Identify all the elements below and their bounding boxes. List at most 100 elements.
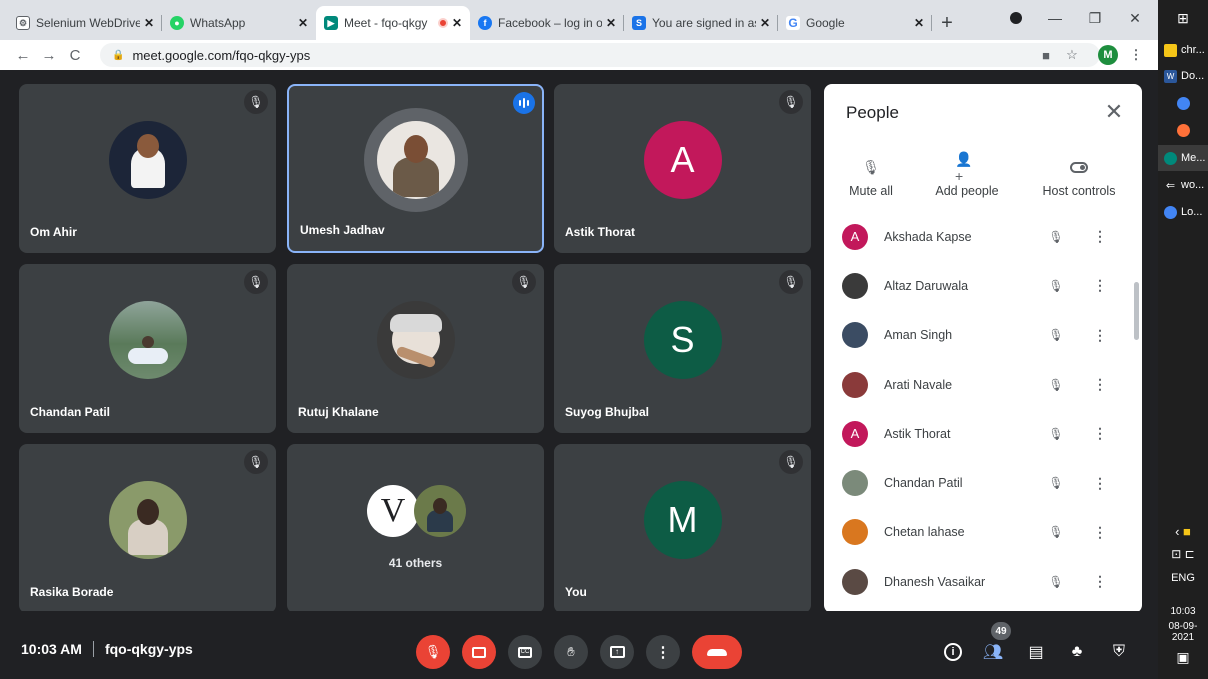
more-options-icon[interactable]: ⋮: [1090, 375, 1110, 395]
close-icon[interactable]: ✕: [144, 16, 154, 30]
clock-date[interactable]: 08-09-2021: [1158, 621, 1208, 643]
close-icon[interactable]: ✕: [1102, 99, 1126, 124]
windows-start-icon[interactable]: ⊞: [1158, 10, 1208, 27]
avatar: [842, 371, 868, 398]
close-icon[interactable]: ✕: [452, 16, 462, 30]
minimize-button[interactable]: —: [1040, 8, 1070, 28]
meeting-info-icon[interactable]: i: [938, 637, 968, 667]
restore-button[interactable]: ❐: [1080, 8, 1110, 28]
list-item[interactable]: Chandan Patil 🎙︎ ⋮: [824, 458, 1142, 507]
tray-chevron-icon[interactable]: ‹ ■: [1158, 524, 1208, 539]
camera-blocked-icon[interactable]: ■: [1036, 46, 1056, 64]
tab-google[interactable]: G Google ✕: [778, 6, 932, 40]
clock-time[interactable]: 10:03: [1158, 606, 1208, 617]
profile-avatar[interactable]: M: [1098, 45, 1118, 65]
participant-tile[interactable]: S 🎙︎ Suyog Bhujbal: [554, 264, 811, 433]
participant-name: Chetan lahase: [884, 525, 965, 540]
tab-search-icon[interactable]: [1001, 8, 1031, 28]
panel-title: People: [846, 103, 899, 122]
present-button[interactable]: ↑: [600, 635, 634, 669]
more-options-icon[interactable]: ⋮: [1090, 473, 1110, 493]
close-icon[interactable]: ✕: [914, 16, 924, 30]
more-options-icon[interactable]: ⋮: [1090, 227, 1110, 247]
more-options-icon[interactable]: ⋮: [1090, 424, 1110, 444]
person-face: [136, 499, 159, 526]
mic-off-icon: 🎙︎: [244, 450, 268, 474]
list-item[interactable]: A Astik Thorat 🎙︎ ⋮: [824, 409, 1142, 458]
chat-icon[interactable]: ▤: [1021, 637, 1051, 667]
list-item[interactable]: Aman Singh 🎙︎ ⋮: [824, 311, 1142, 360]
camera-toggle-button[interactable]: [462, 635, 496, 669]
back-button[interactable]: ←: [10, 42, 36, 68]
others-tile[interactable]: V 41 others: [287, 444, 544, 613]
avatar: S: [643, 301, 722, 380]
close-icon[interactable]: ✕: [760, 16, 770, 30]
add-people-button[interactable]: 👤+ Add people: [932, 151, 1002, 199]
taskbar-item[interactable]: [1158, 90, 1208, 116]
close-icon[interactable]: ✕: [606, 16, 616, 30]
participant-tile[interactable]: 🎙︎ Rasika Borade: [19, 444, 276, 613]
network-icon[interactable]: ⊡ ⊏: [1158, 547, 1208, 561]
participant-name: Rutuj Khalane: [298, 405, 379, 419]
tab-selenium[interactable]: ⚙ Selenium WebDriver ✕: [8, 6, 162, 40]
list-item[interactable]: Dhanesh Vasaikar 🎙︎ ⋮: [824, 557, 1142, 606]
notification-icon[interactable]: ▣: [1158, 649, 1208, 666]
url-input[interactable]: 🔒 meet.google.com/fqo-qkgy-yps: [100, 43, 1100, 67]
raise-hand-button[interactable]: ✋︎: [554, 635, 588, 669]
tab-whatsapp[interactable]: ● WhatsApp ✕: [162, 6, 316, 40]
menu-dots-icon[interactable]: ⋮: [1128, 46, 1144, 64]
present-icon: ↑: [609, 646, 625, 658]
participant-tile[interactable]: A 🎙︎ Astik Thorat: [554, 84, 811, 253]
forward-button[interactable]: →: [36, 42, 62, 68]
participant-name: Rasika Borade: [30, 585, 114, 599]
avatar: [108, 121, 187, 200]
host-controls-icon[interactable]: ⛨: [1104, 637, 1134, 667]
mic-toggle-button[interactable]: 🎙︎: [416, 635, 450, 669]
tab-signed-in[interactable]: S You are signed in as ✕: [624, 6, 778, 40]
captions-button[interactable]: CC: [508, 635, 542, 669]
people-icon[interactable]: 👥︎: [978, 637, 1008, 667]
taskbar-item[interactable]: ⇐ wo...: [1158, 172, 1208, 198]
participant-tile[interactable]: Umesh Jadhav: [287, 84, 544, 253]
close-icon[interactable]: ✕: [298, 16, 308, 30]
divider: [92, 641, 94, 657]
more-options-icon[interactable]: ⋮: [1090, 276, 1110, 296]
close-window-button[interactable]: ✕: [1120, 8, 1150, 28]
list-item[interactable]: Altaz Daruwala 🎙︎ ⋮: [824, 261, 1142, 310]
taskbar-item[interactable]: [1158, 117, 1208, 143]
new-tab-button[interactable]: +: [932, 6, 962, 40]
participant-name: Astik Thorat: [565, 225, 636, 239]
more-options-button[interactable]: ⋮: [646, 635, 680, 669]
avatar: [842, 470, 868, 497]
more-options-icon[interactable]: ⋮: [1090, 522, 1110, 542]
activities-icon[interactable]: ♣: [1062, 637, 1092, 667]
language-indicator[interactable]: ENG: [1158, 572, 1208, 584]
reload-button[interactable]: C: [62, 42, 88, 68]
list-item[interactable]: Arati Navale 🎙︎ ⋮: [824, 360, 1142, 409]
participant-tile[interactable]: 🎙︎ Rutuj Khalane: [287, 264, 544, 433]
mic-off-icon: 🎙︎: [512, 270, 536, 294]
participant-tile[interactable]: 🎙︎ Om Ahir: [19, 84, 276, 253]
tab-meet[interactable]: ▶ Meet - fqo-qkgy ✕: [316, 6, 470, 40]
list-item[interactable]: A Akshada Kapse 🎙︎ ⋮: [824, 212, 1142, 261]
lock-icon: 🔒: [112, 49, 125, 61]
taskbar-item[interactable]: W Do...: [1158, 63, 1208, 89]
participant-tile[interactable]: 🎙︎ Chandan Patil: [19, 264, 276, 433]
participant-name: Akshada Kapse: [884, 229, 972, 244]
tab-facebook[interactable]: f Facebook – log in or ✕: [470, 6, 624, 40]
tab-title: WhatsApp: [190, 16, 246, 30]
scrollbar[interactable]: [1134, 282, 1139, 340]
taskbar-item[interactable]: Lo...: [1158, 199, 1208, 225]
captions-icon: CC: [518, 646, 532, 658]
host-controls-button[interactable]: Host controls: [1038, 156, 1120, 198]
list-item[interactable]: Chetan lahase 🎙︎ ⋮: [824, 508, 1142, 557]
leave-call-button[interactable]: [692, 635, 742, 669]
mute-all-button[interactable]: 🎙︎ Mute all: [844, 156, 898, 199]
more-options-icon[interactable]: ⋮: [1090, 572, 1110, 592]
taskbar-item[interactable]: Me...: [1158, 145, 1208, 171]
taskbar-item[interactable]: chr...: [1158, 37, 1208, 63]
more-options-icon[interactable]: ⋮: [1090, 325, 1110, 345]
bookmark-star-icon[interactable]: ☆: [1062, 46, 1082, 64]
participant-tile-self[interactable]: M 🎙︎ You: [554, 444, 811, 613]
windows-taskbar: ⊞ chr... W Do... Me... ⇐ wo... Lo... ‹ ■…: [1158, 0, 1208, 679]
